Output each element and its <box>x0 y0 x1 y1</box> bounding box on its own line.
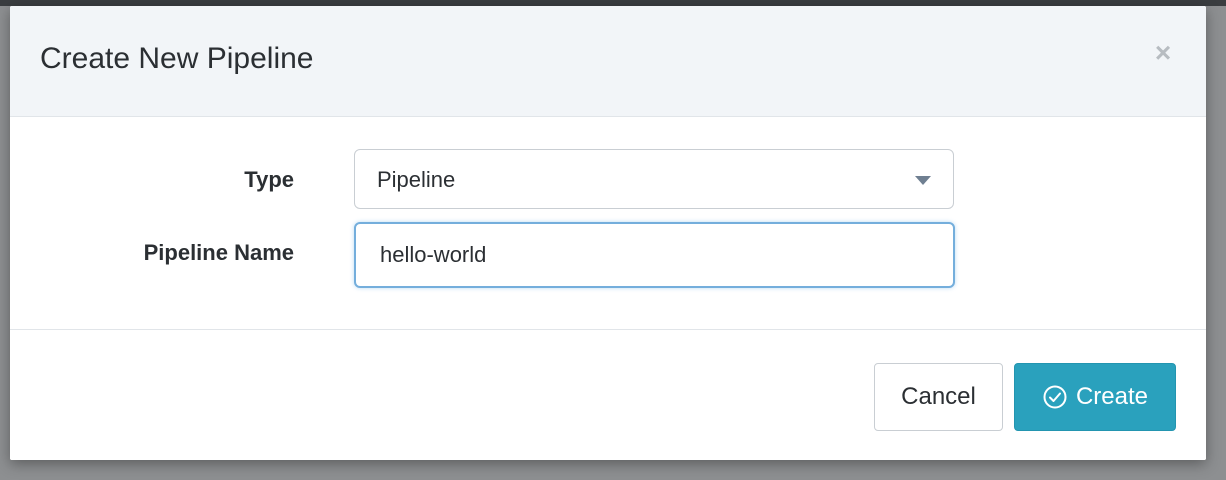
close-icon[interactable]: × <box>1146 36 1180 70</box>
check-circle-icon <box>1043 385 1067 409</box>
dialog-footer: Cancel Create <box>10 329 1206 460</box>
cancel-button[interactable]: Cancel <box>874 363 1003 431</box>
create-button[interactable]: Create <box>1014 363 1176 431</box>
type-label: Type <box>244 167 294 192</box>
type-select[interactable]: Pipeline <box>354 149 954 209</box>
create-button-label: Create <box>1075 383 1149 410</box>
dialog-header: Create New Pipeline × <box>10 6 1206 117</box>
dialog-title: Create New Pipeline <box>40 42 314 75</box>
form-row-pipeline-name: Pipeline Name <box>10 222 1206 288</box>
pipeline-name-label: Pipeline Name <box>143 240 294 265</box>
pipeline-name-input[interactable] <box>354 222 955 288</box>
form-row-type: Type Pipeline <box>10 149 1206 211</box>
create-pipeline-dialog: Create New Pipeline × Type Pipeline Pipe… <box>10 6 1206 460</box>
caret-down-icon <box>915 176 931 185</box>
cancel-button-label: Cancel <box>901 383 976 410</box>
type-select-value: Pipeline <box>377 167 456 192</box>
